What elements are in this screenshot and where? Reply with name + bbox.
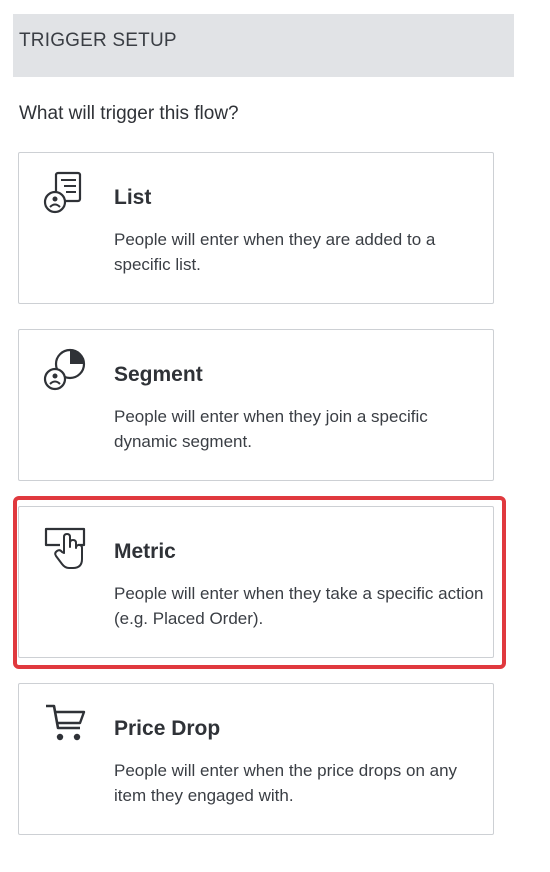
segment-pie-person-icon <box>43 348 86 391</box>
trigger-description: People will enter when they are added to… <box>114 230 436 274</box>
trigger-option-price-drop[interactable]: Price Drop People will enter when the pr… <box>18 683 494 835</box>
trigger-option-segment[interactable]: Segment People will enter when they join… <box>18 329 494 481</box>
header-title: TRIGGER SETUP <box>19 29 177 51</box>
trigger-title: List <box>114 186 152 209</box>
trigger-description: People will enter when they take a speci… <box>114 584 484 628</box>
trigger-title: Segment <box>114 363 203 386</box>
trigger-description: People will enter when they join a speci… <box>114 407 428 451</box>
trigger-question: What will trigger this flow? <box>19 103 239 124</box>
trigger-title: Price Drop <box>114 717 221 740</box>
list-person-icon <box>43 171 82 214</box>
trigger-description: People will enter when the price drops o… <box>114 761 458 805</box>
trigger-option-list[interactable]: List People will enter when they are add… <box>18 152 494 304</box>
trigger-option-metric[interactable]: Metric People will enter when they take … <box>18 506 494 658</box>
shopping-cart-icon <box>46 704 86 741</box>
click-hand-icon <box>44 527 86 569</box>
trigger-setup-header: TRIGGER SETUP <box>13 14 514 77</box>
trigger-title: Metric <box>114 540 176 563</box>
